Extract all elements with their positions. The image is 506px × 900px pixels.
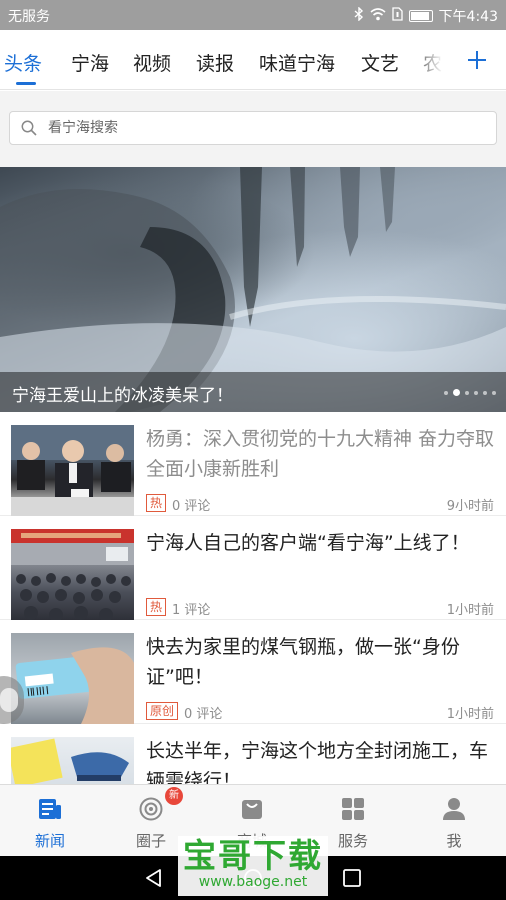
search-icon xyxy=(21,120,37,136)
tab-arts[interactable]: 文艺 xyxy=(361,49,399,76)
watermark: 宝哥下载 www.baoge.net xyxy=(178,836,328,896)
carousel-indicator xyxy=(444,389,496,396)
nav-label: 我 xyxy=(446,832,462,850)
comment-count: 0 评论 xyxy=(172,499,211,514)
banner-caption: 宁海王爱山上的冰凌美呆了！ xyxy=(0,372,506,412)
news-thumbnail xyxy=(11,633,134,724)
news-list: 杨勇：深入贯彻党的十九大精神 奋力夺取全面小康新胜利 热 0 评论 9小时前 宁海… xyxy=(0,412,506,784)
news-meta: 热 1 评论 1小时前 xyxy=(146,598,494,618)
carrier-text: 无服务 xyxy=(8,9,50,25)
news-tag: 热 xyxy=(146,598,167,616)
news-time: 9小时前 xyxy=(446,499,494,514)
nav-label: 新闻 xyxy=(34,832,65,850)
status-icons: 下午4:43 xyxy=(354,6,498,26)
tab-headlines[interactable]: 头条 xyxy=(4,49,42,76)
watermark-brand: 宝哥下载 xyxy=(183,836,323,875)
search-box[interactable] xyxy=(9,111,497,145)
search-input[interactable] xyxy=(48,112,488,144)
sim-icon xyxy=(391,7,403,25)
news-thumbnail xyxy=(11,529,134,620)
nav-news[interactable]: 新闻 xyxy=(0,785,100,857)
circle-icon xyxy=(139,797,163,821)
news-thumbnail xyxy=(11,737,134,784)
plus-icon xyxy=(468,51,486,69)
shopping-bag-icon xyxy=(242,800,262,819)
news-title: 杨勇：深入贯彻党的十九大精神 奋力夺取全面小康新胜利 xyxy=(146,428,495,480)
news-time: 1小时前 xyxy=(446,707,494,722)
tab-fade xyxy=(408,30,458,88)
channel-tabs: 头条 宁海 视频 读报 味道宁海 文艺 农 xyxy=(0,30,506,90)
clock-text: 下午4:43 xyxy=(438,9,498,25)
user-icon xyxy=(443,798,465,820)
carousel-dot xyxy=(474,390,478,395)
carousel-dot xyxy=(465,390,469,395)
carousel-dot xyxy=(483,390,487,395)
news-item[interactable]: 宁海人自己的客户端“看宁海”上线了！ 热 1 评论 1小时前 xyxy=(0,516,506,620)
battery-icon xyxy=(408,10,433,22)
news-tag: 原创 xyxy=(146,702,179,720)
news-item[interactable]: 快去为家里的煤气钢瓶，做一张“身份证”吧！ 原创 0 评论 1小时前 xyxy=(0,620,506,724)
banner-title: 宁海王爱山上的冰凌美呆了！ xyxy=(12,386,233,406)
status-bar: 无服务 下午4:43 xyxy=(0,0,506,30)
news-meta: 热 0 评论 9小时前 xyxy=(146,494,494,514)
watermark-url: www.baoge.net xyxy=(198,874,308,890)
tab-ninghai[interactable]: 宁海 xyxy=(71,49,109,76)
news-title: 快去为家里的煤气钢瓶，做一张“身份证”吧！ xyxy=(146,636,460,688)
news-title: 长达半年，宁海这个地方全封闭施工，车辆需绕行！ xyxy=(146,740,489,784)
news-title: 宁海人自己的客户端“看宁海”上线了！ xyxy=(146,532,470,554)
carousel-dot xyxy=(492,390,496,395)
comment-count: 1 评论 xyxy=(172,603,211,618)
news-meta: 原创 0 评论 1小时前 xyxy=(146,702,494,722)
news-icon xyxy=(39,799,61,819)
search-area xyxy=(0,91,506,167)
carousel-dot-active xyxy=(453,389,460,396)
new-badge: 新 xyxy=(165,787,183,805)
news-item[interactable]: 长达半年，宁海这个地方全封闭施工，车辆需绕行！ xyxy=(0,724,506,784)
news-time: 1小时前 xyxy=(446,603,494,618)
back-icon[interactable] xyxy=(144,868,164,888)
wifi-icon xyxy=(370,7,386,25)
add-channel-button[interactable] xyxy=(460,40,494,80)
news-thumbnail xyxy=(11,425,134,516)
carousel-dot xyxy=(444,390,448,395)
bluetooth-icon xyxy=(354,6,364,25)
tab-newspaper[interactable]: 读报 xyxy=(196,49,234,76)
nav-me[interactable]: 我 xyxy=(404,785,504,857)
comment-count: 0 评论 xyxy=(184,707,223,722)
news-item[interactable]: 杨勇：深入贯彻党的十九大精神 奋力夺取全面小康新胜利 热 0 评论 9小时前 xyxy=(0,412,506,516)
grid-icon xyxy=(342,798,364,820)
featured-banner[interactable]: 宁海王爱山上的冰凌美呆了！ xyxy=(0,167,506,412)
active-tab-indicator xyxy=(16,82,36,85)
recents-icon[interactable] xyxy=(342,868,362,888)
tab-taste-ninghai[interactable]: 味道宁海 xyxy=(259,49,335,76)
news-tag: 热 xyxy=(146,494,167,512)
tab-video[interactable]: 视频 xyxy=(133,49,171,76)
